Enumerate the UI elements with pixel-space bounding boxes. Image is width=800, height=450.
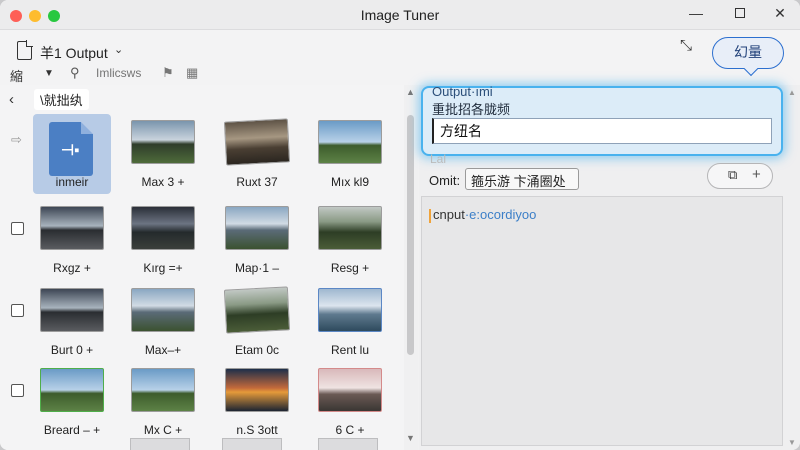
folder-label[interactable]: \就拙纨 [34, 89, 89, 110]
thumbnail-image [40, 368, 104, 412]
thumbnail-image [131, 368, 195, 412]
window-title: Image Tuner [360, 7, 440, 23]
thumbnail-image [40, 206, 104, 250]
thumbnail-label: Etam 0c [234, 343, 279, 357]
thumbnail-item[interactable]: Max–+ [124, 282, 202, 362]
row-checkbox[interactable] [11, 222, 24, 235]
search-icon[interactable]: ⚲ [70, 65, 80, 81]
omit-select[interactable]: 箍乐游 卞涌圈处 [465, 168, 579, 190]
plus-icon: + [752, 166, 761, 183]
thumbnail-label: Burt 0 + [50, 343, 94, 357]
partial-thumbnail [130, 438, 190, 450]
row-checkbox[interactable] [11, 384, 24, 397]
code-prefix: cnput [433, 207, 465, 222]
scroll-down-icon[interactable]: ▼ [406, 433, 415, 443]
thumbnail-label: Max 3 + [141, 175, 185, 189]
output-name-panel: Output·ımi 重批招各胧频 [421, 84, 783, 156]
grid-icon[interactable]: ▦ [186, 65, 198, 81]
thumbnail-image [131, 120, 195, 164]
thumbnail-label: Kırg =+ [143, 261, 183, 275]
omit-label: Omit: [429, 173, 461, 188]
thumbnail-image [40, 288, 104, 332]
output-sublabel: 重批招各胧频 [432, 102, 511, 117]
file-title[interactable]: 羊1 Output [40, 43, 108, 63]
thumbnail-item[interactable]: Rxgz + [33, 200, 111, 280]
thumbnail-item[interactable]: Max 3 + [124, 114, 202, 194]
right-scroll-down-icon[interactable]: ▼ [788, 438, 796, 447]
thumbnail-item[interactable]: Kırg =+ [124, 200, 202, 280]
thumbnail-item[interactable]: Resg + [311, 200, 389, 280]
thumbnail-item[interactable]: n.S 3ott [218, 362, 296, 442]
thumbnail-image [131, 288, 195, 332]
scroll-up-icon[interactable]: ▲ [406, 87, 415, 97]
thumbnail-image [225, 206, 289, 250]
thumbnail-item[interactable]: Ruxt 37 [218, 114, 296, 194]
thumbnail-label: Resg + [330, 261, 370, 275]
thumbnail-image [223, 286, 291, 334]
partial-thumbnail [222, 438, 282, 450]
thumbnail-label: Max–+ [144, 343, 182, 357]
thumbnail-label: Ruxt 37 [236, 175, 278, 189]
thumbnail-label: inmeir [55, 175, 89, 189]
thumbnail-item[interactable]: Rent lu [311, 282, 389, 362]
back-button[interactable]: ‹ [9, 91, 14, 108]
thumbnail-label: Mx C + [143, 423, 183, 437]
thumbnail-label: Rxgz + [53, 261, 91, 275]
maximize-icon[interactable] [730, 4, 750, 22]
thumbnail-image [225, 368, 289, 412]
minimize-icon[interactable]: — [686, 4, 706, 22]
thumbnail-item[interactable]: Burt 0 + [33, 282, 111, 362]
thumbnail-image [318, 120, 382, 164]
thumbnail-item[interactable]: ⊣▪ inmeir [33, 114, 111, 194]
file-icon: ⊣▪ [49, 122, 93, 176]
chevron-down-icon[interactable]: ⌄ [114, 43, 123, 56]
document-icon [17, 40, 33, 60]
partial-thumbnail [318, 438, 378, 450]
copy-icon: ⧉ [728, 167, 738, 182]
sort-caret-icon[interactable]: ▼ [44, 68, 54, 79]
code-suffix: ·e:ocordiyoo [464, 207, 537, 222]
thumbnail-item[interactable]: 6 C + [311, 362, 389, 442]
close-icon[interactable]: ✕ [770, 4, 790, 22]
search-input[interactable] [96, 64, 166, 81]
add-output-button[interactable]: ⧉ + [707, 163, 773, 189]
row-checkbox[interactable] [11, 304, 24, 317]
thumbnail-label: 6 C + [335, 423, 365, 437]
toolbar: 羊1 Output ⌄ 縮序 ▼ ⚲ ⚑ ▦ ⤡ 幻量 [0, 30, 800, 103]
thumbnail-label: Rent lu [330, 343, 370, 357]
thumbnail-item[interactable]: Breard – + [33, 362, 111, 442]
thumbnail-image [318, 368, 382, 412]
flag-icon[interactable]: ⚑ [162, 65, 174, 81]
thumbnail-image [223, 118, 291, 166]
thumbnail-item[interactable]: Mx C + [124, 362, 202, 442]
thumbnail-image [318, 206, 382, 250]
tag-icon[interactable]: ⇨ [11, 132, 22, 148]
scroll-thumb[interactable] [407, 115, 414, 355]
output-label: Output·ımi [432, 84, 493, 99]
faded-label: Lal [430, 152, 447, 166]
run-button[interactable]: 幻量 [712, 37, 784, 69]
thumbnail-image [131, 206, 195, 250]
code-line: cnput·e:ocordiyoo [429, 207, 536, 223]
thumbnail-label: Mıx kl9 [330, 175, 369, 189]
output-code-area[interactable]: cnput·e:ocordiyoo [421, 196, 783, 446]
thumbnail-item[interactable]: Map·1 – [218, 200, 296, 280]
thumbnail-label: n.S 3ott [236, 423, 278, 437]
title-bar: Image Tuner — ✕ [0, 0, 800, 30]
output-name-input[interactable] [432, 118, 772, 144]
thumbnail-label: Map·1 – [234, 261, 280, 275]
app-window: Image Tuner — ✕ 羊1 Output ⌄ 縮序 ▼ ⚲ ⚑ ▦ ⤡… [0, 0, 800, 450]
thumbnail-image [318, 288, 382, 332]
expand-icon[interactable]: ⤡ [680, 37, 692, 54]
right-scroll-up-icon[interactable]: ▲ [788, 88, 796, 97]
thumbnail-item[interactable]: Etam 0c [218, 282, 296, 362]
text-cursor [429, 208, 431, 223]
thumbnail-item[interactable]: Mıx kl9 [311, 114, 389, 194]
thumbnail-label: Breard – + [43, 423, 101, 437]
